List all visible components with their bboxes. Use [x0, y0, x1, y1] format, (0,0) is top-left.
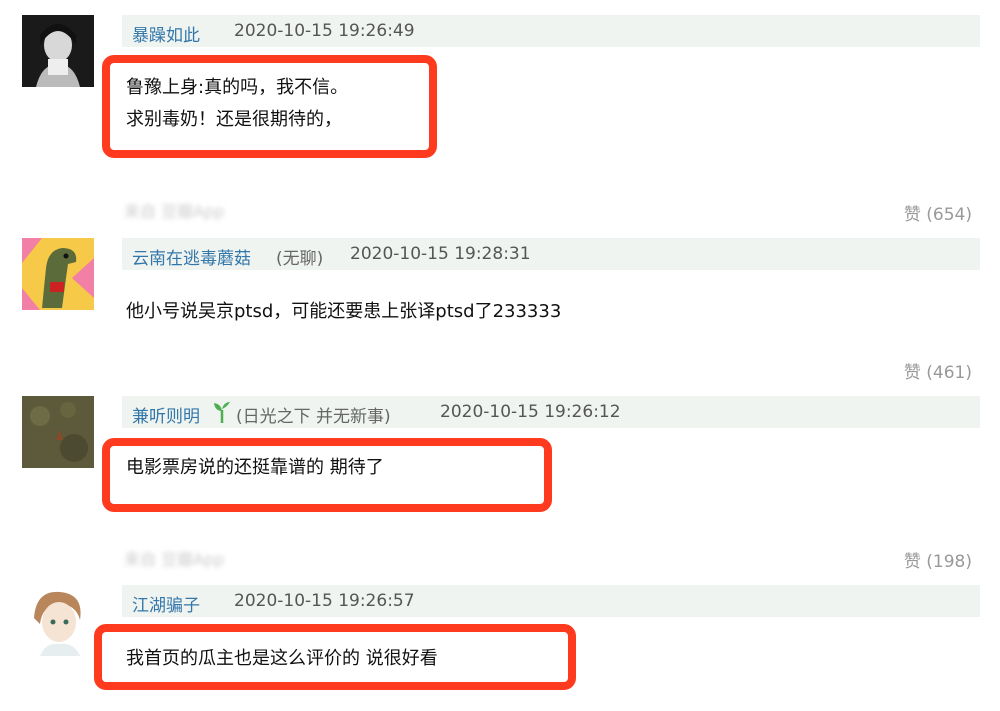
comment-header: 云南在逃毒蘑菇 (无聊) 2020-10-15 19:28:31 [122, 238, 980, 270]
comment-line: 他小号说吴京ptsd，可能还要患上张译ptsd了233333 [126, 301, 562, 322]
timestamp: 2020-10-15 19:26:49 [234, 21, 415, 41]
highlight-box [94, 624, 576, 690]
user-status: (日光之下 并无新事) [236, 407, 391, 427]
username-link[interactable]: 暴躁如此 [132, 21, 200, 46]
avatar[interactable] [22, 396, 94, 468]
user-status: (无聊) [276, 249, 324, 269]
username-link[interactable]: 兼听则明 [132, 402, 200, 427]
avatar[interactable] [22, 238, 94, 310]
comment-header: 暴躁如此 2020-10-15 19:26:49 [122, 15, 980, 47]
timestamp: 2020-10-15 19:28:31 [350, 244, 531, 264]
comment-header: 江湖骗子 2020-10-15 19:26:57 [122, 585, 980, 617]
comment-source: 来自 豆瓣App [124, 550, 225, 569]
like-button[interactable]: 赞 (654) [904, 200, 972, 225]
timestamp: 2020-10-15 19:26:57 [234, 591, 415, 611]
comment-header: 兼听则明 (日光之下 并无新事) 2020-10-15 19:26:12 [122, 396, 980, 428]
like-button[interactable]: 赞 (461) [904, 358, 972, 383]
comment-text: 他小号说吴京ptsd，可能还要患上张译ptsd了233333 [126, 296, 561, 328]
avatar[interactable] [22, 584, 94, 656]
like-button[interactable]: 赞 (198) [904, 547, 972, 572]
comment-source: 来自 豆瓣App [124, 202, 225, 221]
username-link[interactable]: 云南在逃毒蘑菇 [132, 244, 251, 269]
username-link[interactable]: 江湖骗子 [132, 591, 200, 616]
sprout-icon [214, 402, 230, 423]
highlight-box [102, 55, 437, 158]
highlight-box [102, 438, 552, 512]
avatar[interactable] [22, 15, 94, 87]
timestamp: 2020-10-15 19:26:12 [440, 402, 621, 422]
